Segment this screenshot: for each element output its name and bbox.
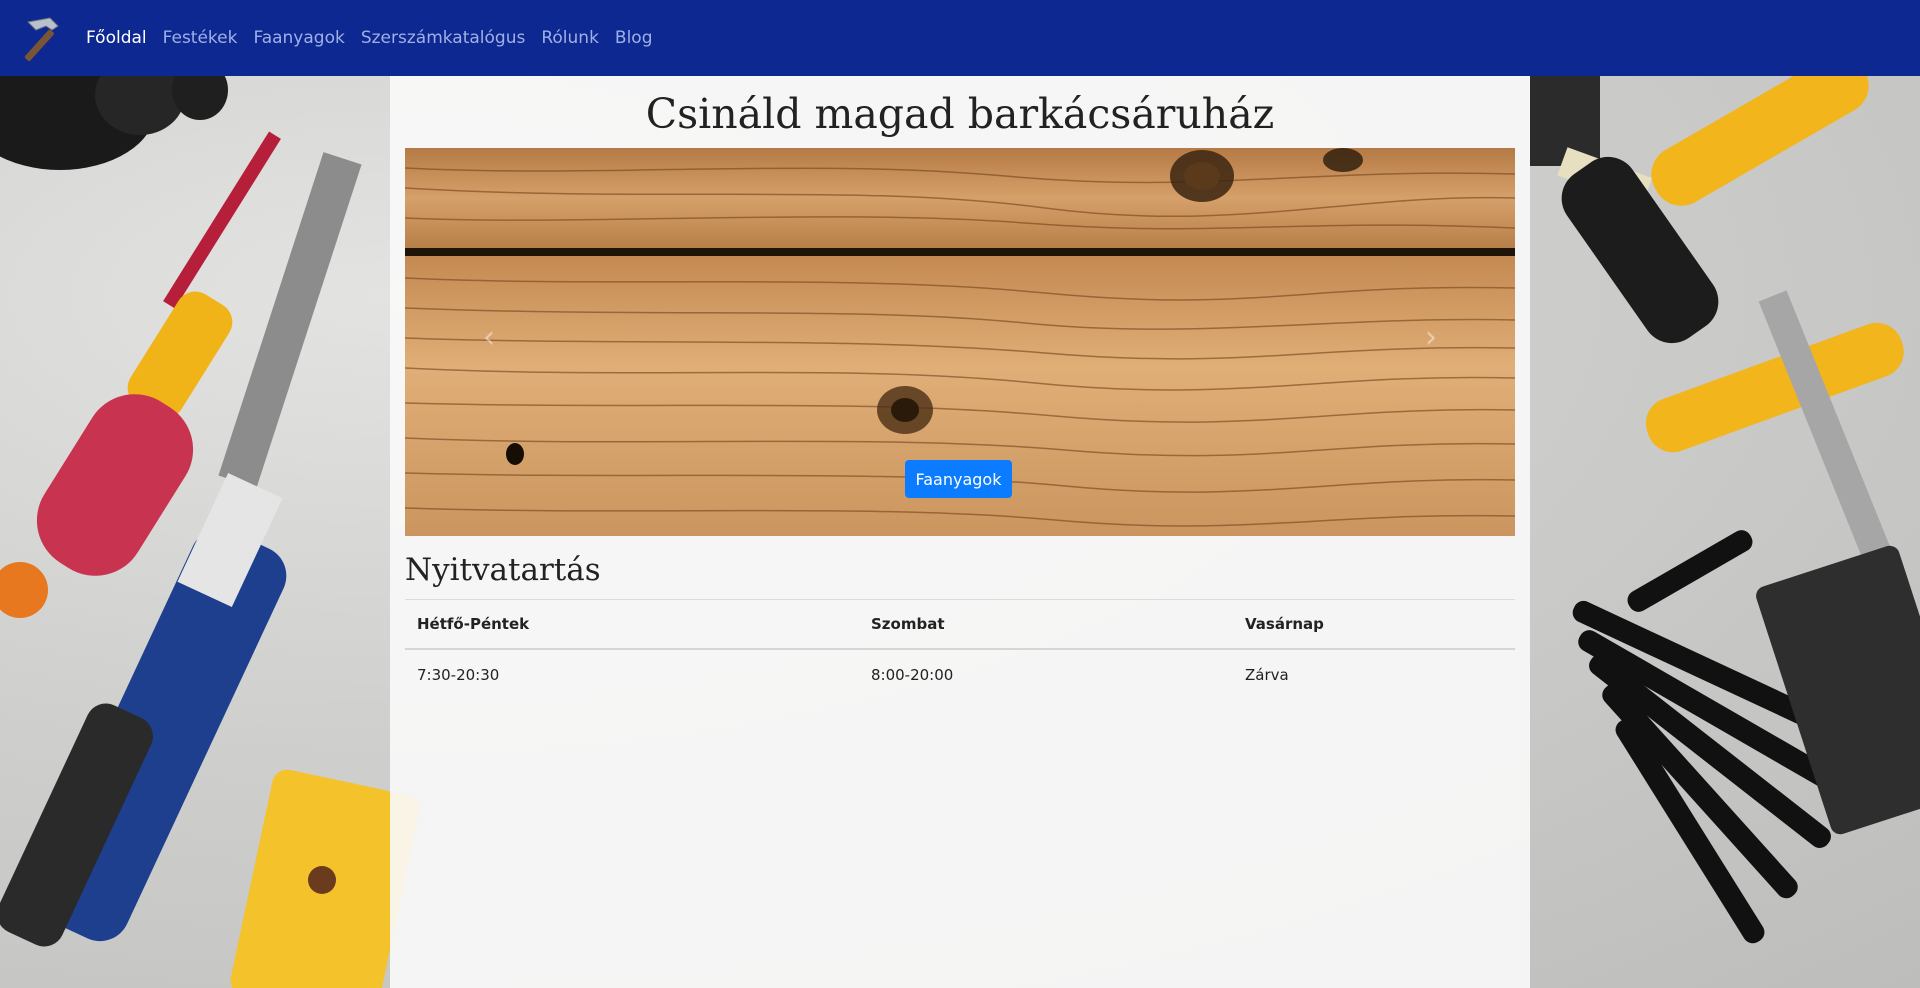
main-content: Csináld magad barkácsáruház ‹ › Faanyago…	[390, 76, 1530, 988]
sunday-hours: Zárva	[1245, 666, 1289, 684]
opening-hours-heading: Nyitvatartás	[405, 552, 601, 588]
chevron-left-icon[interactable]: ‹	[483, 320, 495, 355]
chevron-right-icon[interactable]: ›	[1425, 320, 1437, 355]
nav-item-lumber[interactable]: Faanyagok	[253, 28, 344, 48]
image-carousel[interactable]: ‹ › Faanyagok	[405, 148, 1515, 536]
nav-item-home[interactable]: Főoldal	[86, 28, 147, 48]
column-header-saturday: Szombat	[859, 599, 1233, 650]
opening-hours-table: Hétfő-Péntek Szombat Vasárnap 7:30-20:30…	[405, 599, 1515, 700]
column-header-sunday: Vasárnap	[1233, 599, 1515, 650]
nav-menu: Főoldal Festékek Faanyagok Szerszámkatal…	[86, 28, 669, 48]
carousel-lumber-button[interactable]: Faanyagok	[905, 460, 1012, 498]
nav-item-about[interactable]: Rólunk	[541, 28, 599, 48]
table-row: 7:30-20:30 8:00-20:00 Zárva	[405, 649, 1515, 700]
page-title: Csináld magad barkácsáruház	[645, 90, 1275, 138]
top-navbar: Főoldal Festékek Faanyagok Szerszámkatal…	[0, 0, 1920, 76]
hammer-icon[interactable]	[14, 12, 66, 64]
nav-item-tool-catalog[interactable]: Szerszámkatalógus	[361, 28, 526, 48]
column-header-weekdays: Hétfő-Péntek	[405, 599, 859, 650]
weekday-hours: 7:30-20:30	[417, 666, 500, 684]
saturday-hours: 8:00-20:00	[871, 666, 954, 684]
table-header-row: Hétfő-Péntek Szombat Vasárnap	[405, 599, 1515, 650]
nav-item-paints[interactable]: Festékek	[163, 28, 238, 48]
nav-item-blog[interactable]: Blog	[615, 28, 653, 48]
